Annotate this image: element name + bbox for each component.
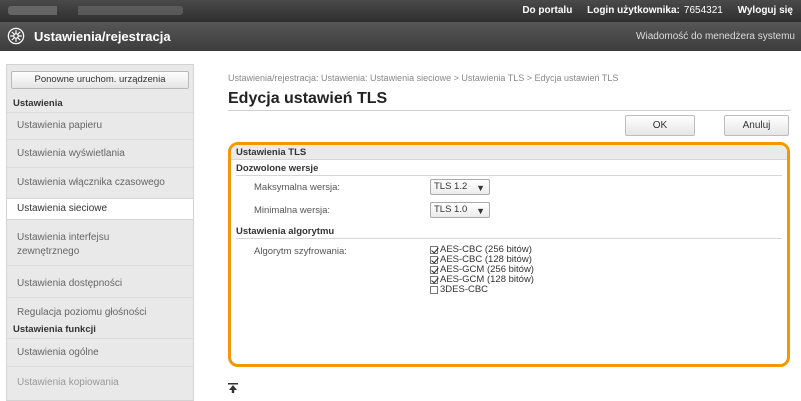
sidebar-item-volume[interactable]: Regulacja poziomu głośności	[7, 306, 193, 319]
chevron-down-icon: ▼	[476, 206, 485, 216]
top-links: Do portalu Login użytkownika: 7654321 Wyl…	[510, 5, 793, 16]
sidebar-item-paper[interactable]: Ustawienia papieru	[7, 119, 193, 132]
divider	[7, 338, 193, 339]
logout-link[interactable]: Wyloguj się	[738, 5, 793, 16]
page-app-title: Ustawienia/rejestracja	[34, 29, 171, 44]
to-top-icon[interactable]	[228, 383, 238, 396]
min-version-select[interactable]: TLS 1.0 ▼	[430, 202, 490, 218]
sidebar-settings-header: Ustawienia	[13, 98, 63, 109]
page-title: Edycja ustawień TLS	[228, 90, 388, 107]
divider	[7, 139, 193, 140]
divider	[236, 175, 782, 176]
checkbox-checked[interactable]	[430, 246, 438, 254]
tls-settings-panel: Ustawienia TLS Dozwolone wersje Maksymal…	[228, 142, 790, 367]
min-version-label: Minimalna wersja:	[254, 205, 331, 216]
sidebar: Ponowne uruchom. urządzenia Ustawienia U…	[6, 64, 194, 401]
sidebar-item-copy[interactable]: Ustawienia kopiowania	[7, 376, 193, 389]
sidebar-item-accessibility[interactable]: Ustawienia dostępności	[7, 277, 193, 290]
checkbox-checked[interactable]	[430, 256, 438, 264]
panel-title: Ustawienia TLS	[231, 145, 787, 160]
blurred-device-info	[8, 6, 183, 15]
algorithm-settings-header: Ustawienia algorytmu	[236, 226, 335, 237]
sidebar-item-timer[interactable]: Ustawienia włącznika czasowego	[7, 176, 193, 189]
top-bar: Do portalu Login użytkownika: 7654321 Wyl…	[0, 0, 801, 22]
sidebar-item-network[interactable]: Ustawienia sieciowe	[7, 198, 193, 220]
checkbox-checked[interactable]	[430, 276, 438, 284]
divider	[7, 167, 193, 168]
breadcrumb: Ustawienia/rejestracja: Ustawienia: Usta…	[228, 73, 619, 83]
min-version-value: TLS 1.0	[434, 204, 468, 215]
title-bar: Ustawienia/rejestracja Wiadomość do mene…	[0, 22, 801, 51]
chevron-down-icon: ▼	[476, 183, 485, 193]
sidebar-item-external-interface-cont[interactable]: zewnętrznego	[7, 245, 193, 258]
restart-device-button[interactable]: Ponowne uruchom. urządzenia	[11, 71, 189, 89]
portal-link[interactable]: Do portalu	[522, 5, 572, 16]
divider	[7, 265, 193, 266]
algorithm-label: 3DES-CBC	[440, 284, 489, 295]
main-content: Ustawienia/rejestracja: Ustawienia: Usta…	[200, 51, 801, 401]
checkbox-checked[interactable]	[430, 266, 438, 274]
manager-message-link[interactable]: Wiadomość do menedżera systemu	[636, 31, 795, 42]
login-value: 7654321	[683, 5, 723, 16]
divider	[7, 112, 193, 113]
sidebar-functions-header: Ustawienia funkcji	[13, 324, 96, 335]
sidebar-item-general[interactable]: Ustawienia ogólne	[7, 346, 193, 359]
ok-button[interactable]: OK	[625, 115, 695, 136]
divider	[236, 238, 782, 239]
sidebar-item-display[interactable]: Ustawienia wyświetlania	[7, 147, 193, 160]
arrow-up-bar-icon	[228, 383, 238, 393]
max-version-label: Maksymalna wersja:	[254, 182, 341, 193]
divider	[7, 297, 193, 298]
sidebar-item-external-interface[interactable]: Ustawienia interfejsu	[7, 231, 193, 244]
max-version-value: TLS 1.2	[434, 181, 468, 192]
login-label: Login użytkownika:	[587, 5, 680, 16]
checkbox-unchecked[interactable]	[430, 286, 438, 294]
max-version-select[interactable]: TLS 1.2 ▼	[430, 179, 490, 195]
divider	[228, 110, 791, 111]
encryption-algorithm-label: Algorytm szyfrowania:	[254, 246, 347, 257]
gear-icon	[7, 27, 25, 45]
divider	[7, 366, 193, 367]
algorithm-option[interactable]: 3DES-CBC	[430, 285, 488, 295]
cancel-button[interactable]: Anuluj	[724, 115, 789, 136]
allowed-versions-header: Dozwolone wersje	[236, 163, 319, 174]
